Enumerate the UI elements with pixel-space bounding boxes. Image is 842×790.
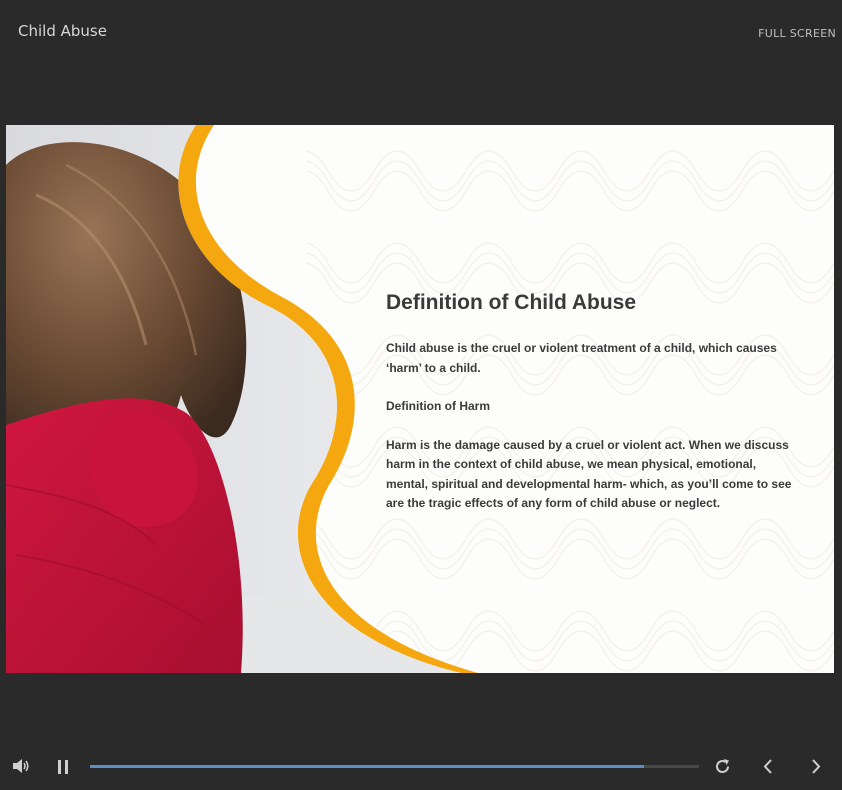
fullscreen-button[interactable]: FULL SCREEN (758, 27, 836, 40)
progress-fill (90, 765, 645, 768)
progress-bar[interactable] (90, 765, 699, 768)
replay-button[interactable] (714, 758, 731, 780)
pause-icon (58, 760, 68, 774)
harm-subheading: Definition of Harm (386, 399, 490, 413)
speaker-icon (13, 759, 29, 773)
slide-text: Definition of Child Abuse Child abuse is… (386, 291, 796, 514)
previous-button[interactable] (761, 758, 775, 780)
player-controls (0, 748, 842, 788)
chevron-right-icon (812, 759, 821, 774)
next-button[interactable] (809, 758, 823, 780)
slide-heading: Definition of Child Abuse (386, 291, 637, 314)
definition-paragraph: Child abuse is the cruel or violent trea… (386, 341, 777, 375)
chevron-left-icon (763, 759, 772, 774)
harm-paragraph: Harm is the damage caused by a cruel or … (386, 437, 792, 511)
course-title: Child Abuse (18, 22, 107, 40)
pause-button[interactable] (57, 759, 69, 780)
replay-icon (716, 759, 729, 773)
slide: Definition of Child Abuse Child abuse is… (6, 125, 834, 673)
volume-button[interactable] (12, 758, 30, 779)
